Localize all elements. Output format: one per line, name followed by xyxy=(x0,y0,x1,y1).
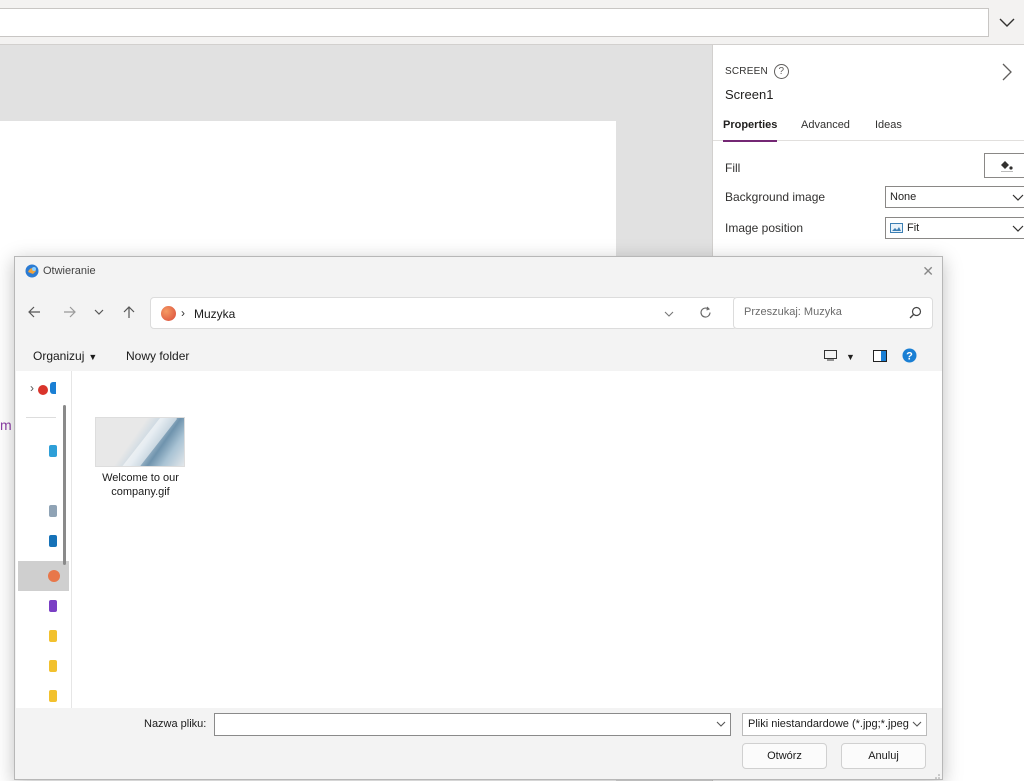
tab-ideas[interactable]: Ideas xyxy=(875,119,902,141)
background-image-row: Background image None xyxy=(725,186,1024,208)
app-icon xyxy=(25,264,39,278)
close-icon[interactable]: ✕ xyxy=(922,263,934,280)
chevron-down-icon[interactable] xyxy=(716,720,726,728)
search-icon[interactable] xyxy=(909,306,922,322)
organize-label: Organizuj xyxy=(33,349,85,363)
nav-item-music-selected[interactable] xyxy=(18,561,69,591)
formula-expand-chevron-icon[interactable] xyxy=(990,8,1024,37)
file-thumbnail xyxy=(95,417,185,467)
dialog-title-bar[interactable]: Otwieranie ✕ xyxy=(15,257,942,285)
address-dropdown-chevron-icon[interactable] xyxy=(664,307,674,321)
help-icon[interactable]: ? xyxy=(773,64,789,79)
formula-input[interactable] xyxy=(0,8,989,37)
open-button[interactable]: Otwórz xyxy=(742,743,827,769)
address-bar[interactable]: › Muzyka xyxy=(150,297,737,329)
file-name-combobox xyxy=(214,713,731,736)
file-name-input[interactable] xyxy=(218,716,708,733)
dialog-content: › Welcome to our company.gif xyxy=(16,371,942,708)
image-position-select[interactable]: Fit xyxy=(885,217,1024,239)
image-position-row: Image position Fit xyxy=(725,217,1024,239)
chevron-down-icon xyxy=(1012,194,1024,201)
file-open-dialog: Otwieranie ✕ › Muzyka Przeszukaj: Muzyka… xyxy=(14,256,943,780)
videos-folder-icon[interactable] xyxy=(49,600,57,612)
view-mode-icon[interactable] xyxy=(824,350,837,364)
expand-chevron-icon[interactable]: › xyxy=(30,381,34,395)
forward-arrow-icon[interactable] xyxy=(62,305,76,319)
cancel-button[interactable]: Anuluj xyxy=(841,743,926,769)
new-folder-button[interactable]: Nowy folder xyxy=(126,349,189,363)
control-type-label: SCREEN ? xyxy=(725,64,789,79)
control-type-text: SCREEN xyxy=(725,66,768,77)
chevron-down-icon xyxy=(1012,225,1024,232)
breadcrumb-separator: › xyxy=(181,306,185,320)
file-type-select[interactable]: Pliki niestandardowe (*.jpg;*.jpeg xyxy=(742,713,927,736)
image-position-value: Fit xyxy=(907,222,920,234)
downloads-folder-icon[interactable] xyxy=(49,475,57,487)
control-name: Screen1 xyxy=(725,87,774,102)
file-type-value: Pliki niestandardowe (*.jpg;*.jpeg xyxy=(748,718,909,730)
dialog-title: Otwieranie xyxy=(43,265,96,277)
view-mode-caret-icon[interactable]: ▼ xyxy=(846,352,855,362)
pictures-folder-icon[interactable] xyxy=(49,535,57,547)
folder-icon[interactable] xyxy=(49,660,57,672)
command-bar: Organizuj ▼ Nowy folder ▼ ? xyxy=(15,343,942,371)
background-image-value: None xyxy=(890,191,917,203)
folder-icon[interactable] xyxy=(49,690,57,702)
recent-locations-chevron-icon[interactable] xyxy=(92,305,106,319)
chevron-down-icon xyxy=(912,720,922,728)
caret-down-icon: ▼ xyxy=(88,352,98,362)
canvas-text-fragment: m xyxy=(0,417,12,433)
nav-separator xyxy=(26,417,56,418)
file-item[interactable]: Welcome to our company.gif xyxy=(94,417,187,499)
organize-menu[interactable]: Organizuj ▼ xyxy=(33,349,97,363)
view-options: ▼ ? xyxy=(824,348,917,366)
tab-advanced[interactable]: Advanced xyxy=(801,119,850,141)
background-image-label: Background image xyxy=(725,190,826,204)
help-icon[interactable]: ? xyxy=(902,348,917,366)
image-position-label: Image position xyxy=(725,221,804,235)
search-input[interactable] xyxy=(742,305,892,319)
fill-label: Fill xyxy=(725,161,741,175)
fill-color-button[interactable] xyxy=(984,153,1024,178)
search-box xyxy=(733,297,933,329)
tab-properties[interactable]: Properties xyxy=(723,119,778,142)
background-image-select[interactable]: None xyxy=(885,186,1024,208)
breadcrumb-location[interactable]: Muzyka xyxy=(194,307,235,321)
music-folder-icon xyxy=(161,306,176,321)
image-fit-icon xyxy=(890,223,903,233)
property-tabs: Properties Advanced Ideas xyxy=(713,119,1024,142)
refresh-icon[interactable] xyxy=(699,306,712,322)
fill-row: Fill xyxy=(725,153,1024,179)
chevron-right-icon[interactable] xyxy=(1002,63,1012,84)
file-name: Welcome to our company.gif xyxy=(102,472,179,498)
dialog-footer: Nazwa pliku: Pliki niestandardowe (*.jpg… xyxy=(15,709,942,781)
resize-grip-icon[interactable] xyxy=(932,771,940,779)
up-arrow-icon[interactable] xyxy=(122,305,136,319)
folder-icon[interactable] xyxy=(49,630,57,642)
pane-divider[interactable] xyxy=(71,371,72,708)
preview-pane-icon[interactable] xyxy=(872,349,887,365)
formula-bar xyxy=(0,0,1024,45)
navigation-bar: › Muzyka xyxy=(15,293,942,333)
documents-folder-icon[interactable] xyxy=(49,505,57,517)
navigation-pane: › xyxy=(16,371,69,708)
desktop-folder-icon[interactable] xyxy=(49,445,57,457)
music-folder-icon xyxy=(48,570,60,582)
svg-text:?: ? xyxy=(906,351,913,363)
back-arrow-icon[interactable] xyxy=(27,305,41,319)
onedrive-icon xyxy=(50,382,56,394)
error-badge-icon xyxy=(38,385,48,395)
file-name-label: Nazwa pliku: xyxy=(144,718,207,730)
nav-scrollbar[interactable] xyxy=(63,405,66,565)
paint-bucket-icon xyxy=(1000,160,1013,172)
